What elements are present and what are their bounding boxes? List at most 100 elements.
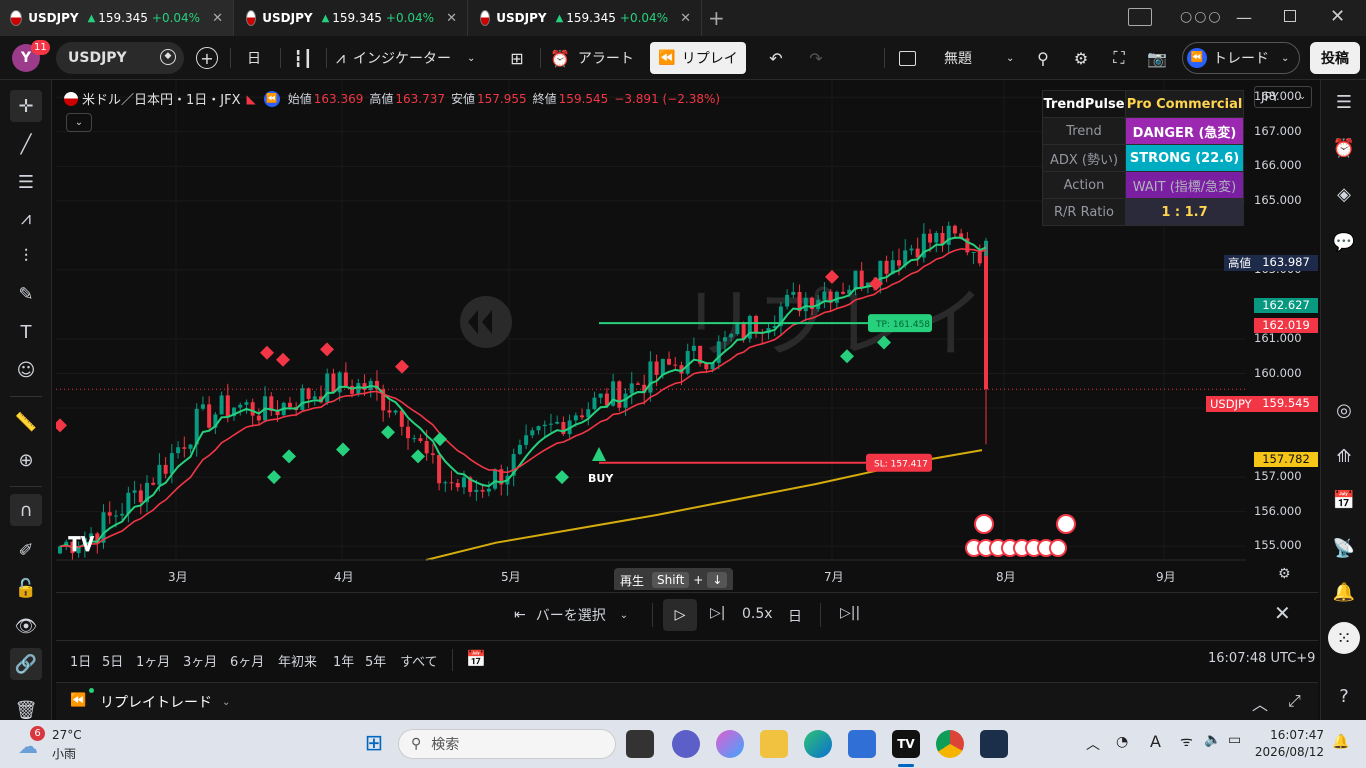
lock-icon[interactable]: 🔓: [10, 572, 42, 604]
ideas-icon[interactable]: ⟰: [1328, 440, 1360, 472]
chart-area[interactable]: リプレイ TP: 161.458 SL: 157.417 BUY 米ドル／日本円・1…: [56, 80, 1318, 590]
layout-name-button[interactable]: 無題 ⌄: [930, 42, 1020, 74]
text-icon[interactable]: T: [10, 316, 42, 348]
battery-icon[interactable]: ▭: [1228, 732, 1241, 748]
range-1d[interactable]: 1日: [70, 651, 91, 670]
ruler-icon[interactable]: 📏: [10, 406, 42, 438]
watchlist-icon[interactable]: ☰: [1328, 86, 1360, 118]
pattern-icon[interactable]: ⩘: [10, 202, 42, 234]
range-5y[interactable]: 5年: [365, 651, 386, 670]
lock-drawing-icon[interactable]: ✐: [10, 534, 42, 566]
range-all[interactable]: すべて: [400, 651, 438, 670]
candlestick-icon[interactable]: ┇┃: [290, 42, 316, 74]
step-forward-icon[interactable]: ▷|: [710, 605, 725, 621]
windows-start-icon[interactable]: ⊞: [360, 730, 388, 758]
close-icon[interactable]: ✕: [446, 11, 457, 26]
tradingview-app-icon[interactable]: TV: [892, 730, 920, 758]
range-5d[interactable]: 5日: [102, 651, 123, 670]
more-icon[interactable]: ○○○: [1180, 9, 1223, 25]
collapse-legend-button[interactable]: ⌄: [66, 113, 92, 132]
close-icon[interactable]: ✕: [212, 11, 223, 26]
maximize-icon[interactable]: [1284, 10, 1296, 22]
chrome-icon[interactable]: [936, 730, 964, 758]
emoji-icon[interactable]: ☺: [10, 354, 42, 386]
file-explorer-icon[interactable]: [760, 730, 788, 758]
app-icon[interactable]: [980, 730, 1008, 758]
calendar-icon[interactable]: 📅: [1328, 484, 1360, 516]
tab-2[interactable]: USDJPY ▲ 159.345 +0.04% ✕: [236, 0, 468, 36]
chevron-up-icon[interactable]: ︿: [1086, 734, 1100, 754]
select-bar-button[interactable]: ⇤ バーを選択 ⌄: [514, 605, 628, 625]
maximize-panel-icon[interactable]: ⤢: [1288, 691, 1301, 711]
task-view-icon[interactable]: [626, 730, 654, 758]
replay-trade-tab[interactable]: リプレイトレード ⌄: [100, 692, 230, 712]
fullscreen-icon[interactable]: ⛶: [1106, 42, 1132, 74]
volume-icon[interactable]: 🔈: [1204, 732, 1221, 748]
indicators-button[interactable]: ⩘ インジケーター ⌄: [336, 42, 496, 74]
range-6m[interactable]: 6ヶ月: [230, 651, 264, 670]
publish-button[interactable]: 投稿: [1310, 42, 1360, 74]
zoom-in-icon[interactable]: ⊕: [10, 444, 42, 476]
clock[interactable]: 16:07:48 UTC+9: [1208, 651, 1315, 666]
eye-icon[interactable]: 👁: [10, 610, 42, 642]
wifi-icon[interactable]: ᯤ: [1180, 732, 1193, 751]
chevron-up-icon[interactable]: ︿: [1252, 691, 1268, 715]
minimize-icon[interactable]: —: [1236, 8, 1252, 27]
range-1y[interactable]: 1年: [333, 651, 354, 670]
notification-bell-icon[interactable]: 🔔: [1332, 734, 1349, 750]
apps-icon[interactable]: ⁙: [1328, 622, 1360, 654]
chart-settings-icon[interactable]: ⚙: [1278, 566, 1291, 582]
tab-3[interactable]: USDJPY ▲ 159.345 +0.04% ✕: [470, 0, 702, 36]
close-icon[interactable]: ✕: [680, 11, 691, 26]
taskbar-search[interactable]: ⚲ 検索: [398, 729, 616, 759]
range-1m[interactable]: 1ヶ月: [136, 651, 170, 670]
replay-interval-button[interactable]: 日: [788, 606, 802, 626]
replay-button[interactable]: ⏪ リプレイ: [650, 42, 746, 74]
taskbar-date[interactable]: 2026/08/12: [1252, 745, 1324, 759]
tab-1[interactable]: USDJPY ▲ 159.345 +0.04% ✕: [0, 0, 234, 36]
link-icon[interactable]: 🔗: [10, 648, 42, 680]
jump-realtime-icon[interactable]: ▷||: [840, 605, 860, 621]
ime-icon[interactable]: A: [1150, 732, 1161, 751]
taskbar-time[interactable]: 16:07:47: [1268, 728, 1324, 742]
help-icon[interactable]: ?: [1328, 680, 1360, 712]
chat-icon[interactable]: 💬: [1328, 226, 1360, 258]
network-status-icon[interactable]: ◔: [1116, 734, 1128, 750]
brush-icon[interactable]: ✎: [10, 278, 42, 310]
redo-icon[interactable]: ↷: [804, 42, 828, 74]
event-marker-icon[interactable]: [974, 514, 994, 534]
new-tab-icon[interactable]: +: [708, 6, 725, 30]
settings-gear-icon[interactable]: ⚙: [1068, 42, 1094, 74]
date-range-icon[interactable]: 📅: [466, 649, 486, 668]
edge-icon[interactable]: [804, 730, 832, 758]
range-ytd[interactable]: 年初来: [278, 651, 317, 670]
copilot-icon[interactable]: [716, 730, 744, 758]
symbol-search[interactable]: USDJPY ◆: [56, 42, 184, 74]
trade-button[interactable]: ⏪ トレード ⌄: [1182, 42, 1300, 74]
crosshair-icon[interactable]: ✛: [10, 90, 42, 122]
event-marker-icon[interactable]: [1056, 514, 1076, 534]
compare-add-icon[interactable]: +: [196, 47, 218, 69]
layouts-icon[interactable]: ⊞: [504, 42, 530, 74]
quick-search-icon[interactable]: ⚲: [1030, 42, 1056, 74]
magnet-icon[interactable]: ∩: [10, 494, 42, 526]
speedometer-icon[interactable]: ◎: [1328, 394, 1360, 426]
range-3m[interactable]: 3ヶ月: [183, 651, 217, 670]
camera-icon[interactable]: 📷: [1144, 42, 1170, 74]
trend-line-icon[interactable]: ╱: [10, 128, 42, 160]
event-marker-icon[interactable]: [1049, 539, 1067, 557]
interval-button[interactable]: 日: [240, 42, 268, 74]
window-close-icon[interactable]: ✕: [1330, 6, 1345, 27]
undo-icon[interactable]: ↶: [764, 42, 788, 74]
teams-icon[interactable]: [672, 730, 700, 758]
alarm-icon[interactable]: ⏰: [1328, 132, 1360, 164]
layers-icon[interactable]: ◈: [1328, 178, 1360, 210]
fullscreen-box-icon[interactable]: [896, 42, 918, 74]
alert-button[interactable]: ⏰ アラート: [550, 42, 642, 74]
play-button[interactable]: ▷: [663, 599, 697, 631]
speed-button[interactable]: 0.5x: [742, 606, 773, 622]
projection-icon[interactable]: ⫶: [10, 240, 42, 272]
display-icon[interactable]: [1128, 8, 1152, 26]
broadcast-icon[interactable]: 📡: [1328, 532, 1360, 564]
store-icon[interactable]: [848, 730, 876, 758]
